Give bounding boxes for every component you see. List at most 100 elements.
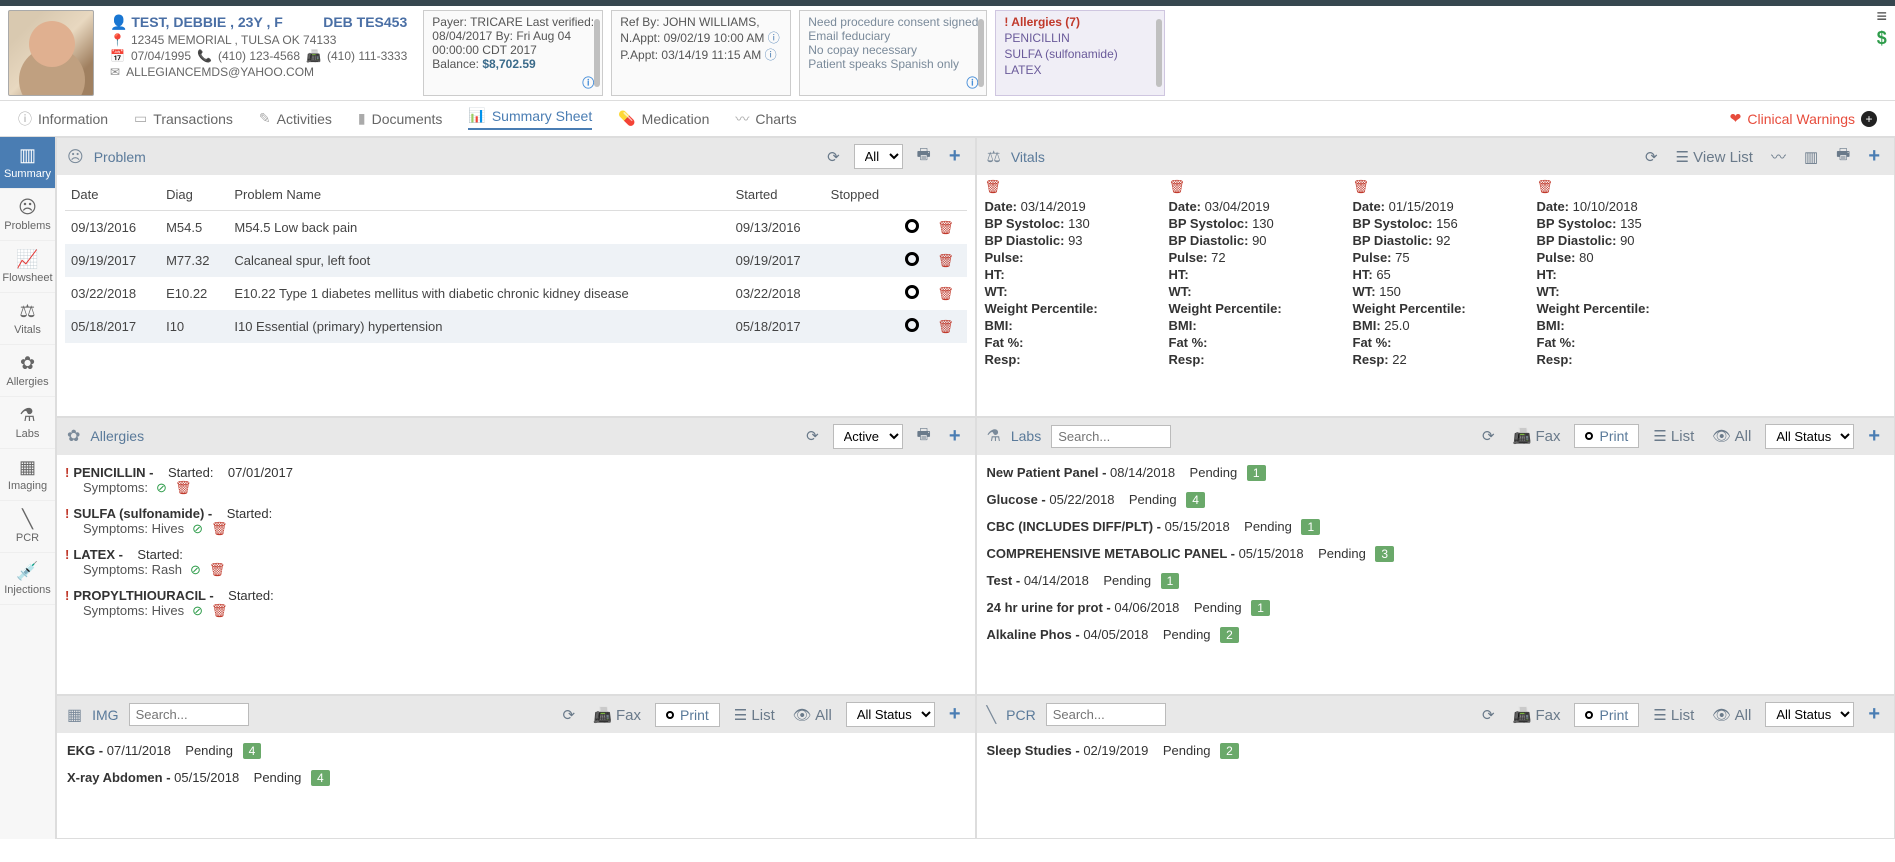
trash-icon[interactable]: 🗑 [937, 220, 954, 235]
list-item[interactable]: 24 hr urine for prot - 04/06/2018 Pendin… [985, 594, 1887, 621]
view-list-button[interactable]: ☰ View List [1672, 148, 1757, 166]
tab-transactions[interactable]: ▭Transactions [134, 110, 233, 127]
trash-icon[interactable]: 🗑 [937, 286, 954, 301]
add-pcr-button[interactable]: + [1864, 703, 1884, 726]
table-row[interactable]: 05/18/2017I10I10 Essential (primary) hyp… [65, 310, 967, 343]
add-img-button[interactable]: + [945, 703, 965, 726]
billing-icon[interactable]: $ [1877, 28, 1887, 49]
bar-chart-icon[interactable]: ▥ [1800, 148, 1822, 166]
all-toggle[interactable]: 👁 All [789, 706, 836, 724]
alert-icon: ! [65, 465, 69, 480]
print-button[interactable]: Print [1574, 703, 1639, 727]
print-button[interactable]: Print [655, 703, 720, 727]
stop-button[interactable] [905, 318, 919, 332]
list-button[interactable]: ☰ List [1649, 427, 1698, 445]
sidebar-item-summary[interactable]: ▥Summary [0, 137, 55, 189]
refresh-icon[interactable]: ⟳ [1478, 427, 1499, 445]
stop-button[interactable] [905, 252, 919, 266]
pcr-status-select[interactable]: All Status [1765, 702, 1854, 727]
ok-icon[interactable]: ⊘ [156, 480, 167, 496]
labs-status-select[interactable]: All Status [1765, 424, 1854, 449]
allergy-filter-select[interactable]: Active [833, 424, 903, 449]
print-icon[interactable]: 🖶 [913, 144, 935, 169]
list-item[interactable]: Alkaline Phos - 04/05/2018 Pending 2 [985, 621, 1887, 648]
labs-search-input[interactable] [1051, 425, 1171, 448]
sidebar-item-flowsheet[interactable]: 📈Flowsheet [0, 241, 55, 293]
refresh-icon[interactable]: ⟳ [1478, 706, 1499, 724]
print-icon[interactable]: 🖶 [1832, 144, 1854, 169]
patient-avatar[interactable] [8, 10, 94, 96]
trash-icon[interactable]: 🗑 [1353, 179, 1513, 195]
sidebar-item-imaging[interactable]: ▦Imaging [0, 449, 55, 501]
all-toggle[interactable]: 👁 All [1708, 706, 1755, 724]
problem-filter-select[interactable]: All [854, 144, 903, 169]
tab-medication[interactable]: 💊Medication [618, 110, 709, 127]
ok-icon[interactable]: ⊘ [192, 521, 203, 537]
stop-button[interactable] [905, 219, 919, 233]
trash-icon[interactable]: 🗑 [937, 319, 954, 334]
list-item[interactable]: CBC (INCLUDES DIFF/PLT) - 05/15/2018 Pen… [985, 513, 1887, 540]
sidebar-item-injections[interactable]: 💉Injections [0, 553, 55, 605]
list-item[interactable]: EKG - 07/11/2018 Pending 4 [65, 737, 967, 764]
list-item[interactable]: New Patient Panel - 08/14/2018 Pending 1 [985, 459, 1887, 486]
print-icon[interactable]: 🖶 [913, 424, 935, 449]
trash-icon[interactable]: 🗑 [175, 480, 192, 496]
add-vitals-button[interactable]: + [1864, 145, 1884, 168]
list-button[interactable]: ☰ List [1649, 706, 1698, 724]
print-button[interactable]: Print [1574, 424, 1639, 448]
fax-button[interactable]: 📠 Fax [1509, 427, 1565, 445]
trash-icon[interactable]: 🗑 [985, 179, 1145, 195]
pcr-search-input[interactable] [1046, 703, 1166, 726]
trash-icon[interactable]: 🗑 [937, 253, 954, 268]
list-item[interactable]: Sleep Studies - 02/19/2019 Pending 2 [985, 737, 1887, 764]
refresh-icon[interactable]: ⟳ [1641, 148, 1662, 166]
tab-summary-sheet[interactable]: 📊Summary Sheet [468, 107, 592, 130]
fax-button[interactable]: 📠 Fax [589, 706, 645, 724]
pin-icon: 📍 [110, 33, 125, 47]
sidebar-item-allergies[interactable]: ✿Allergies [0, 345, 55, 397]
list-item[interactable]: X-ray Abdomen - 05/15/2018 Pending 4 [65, 764, 967, 791]
alert-icon: ! [65, 547, 69, 562]
refresh-icon[interactable]: ⟳ [802, 427, 823, 445]
trash-icon[interactable]: 🗑 [1537, 179, 1697, 195]
tab-charts[interactable]: 〰Charts [735, 109, 796, 129]
add-allergy-button[interactable]: + [945, 425, 965, 448]
table-row[interactable]: 09/19/2017M77.32Calcaneal spur, left foo… [65, 244, 967, 277]
tab-documents[interactable]: ▮Documents [358, 110, 443, 127]
table-row[interactable]: 03/22/2018E10.22E10.22 Type 1 diabetes m… [65, 277, 967, 310]
list-item[interactable]: COMPREHENSIVE METABOLIC PANEL - 05/15/20… [985, 540, 1887, 567]
line-chart-icon[interactable]: 〰 [1767, 146, 1790, 167]
sidebar-item-labs[interactable]: ⚗Labs [0, 397, 55, 449]
info-icon[interactable]: ⓘ [765, 48, 777, 62]
fax-button[interactable]: 📠 Fax [1509, 706, 1565, 724]
sidebar-item-pcr[interactable]: ╲PCR [0, 501, 55, 553]
list-item[interactable]: Test - 04/14/2018 Pending 1 [985, 567, 1887, 594]
info-icon[interactable]: ⓘ [582, 74, 594, 91]
sidebar-item-vitals[interactable]: ⚖Vitals [0, 293, 55, 345]
tab-information[interactable]: ⓘInformation [18, 109, 108, 129]
trash-icon[interactable]: 🗑 [211, 521, 228, 537]
tab-activities[interactable]: ✎Activities [259, 110, 332, 127]
trash-icon[interactable]: 🗑 [209, 562, 226, 578]
list-item[interactable]: Glucose - 05/22/2018 Pending 4 [985, 486, 1887, 513]
ok-icon[interactable]: ⊘ [190, 562, 201, 578]
add-lab-button[interactable]: + [1864, 425, 1884, 448]
img-search-input[interactable] [129, 703, 249, 726]
info-icon[interactable]: ⓘ [768, 31, 780, 45]
all-toggle[interactable]: 👁 All [1708, 427, 1755, 445]
trash-icon[interactable]: 🗑 [211, 603, 228, 619]
trash-icon[interactable]: 🗑 [1169, 179, 1329, 195]
add-problem-button[interactable]: + [945, 145, 965, 168]
table-row[interactable]: 09/13/2016M54.5M54.5 Low back pain09/13/… [65, 211, 967, 245]
add-warning-icon[interactable]: + [1861, 111, 1877, 127]
sidebar-item-problems[interactable]: ☹Problems [0, 189, 55, 241]
img-status-select[interactable]: All Status [846, 702, 935, 727]
clinical-warnings[interactable]: ❤Clinical Warnings+ [1730, 110, 1877, 127]
menu-icon[interactable]: ≡ [1876, 10, 1887, 22]
list-button[interactable]: ☰ List [730, 706, 779, 724]
refresh-icon[interactable]: ⟳ [559, 706, 580, 724]
ok-icon[interactable]: ⊘ [192, 603, 203, 619]
stop-button[interactable] [905, 285, 919, 299]
refresh-icon[interactable]: ⟳ [823, 148, 844, 166]
info-icon[interactable]: ⓘ [966, 74, 978, 91]
